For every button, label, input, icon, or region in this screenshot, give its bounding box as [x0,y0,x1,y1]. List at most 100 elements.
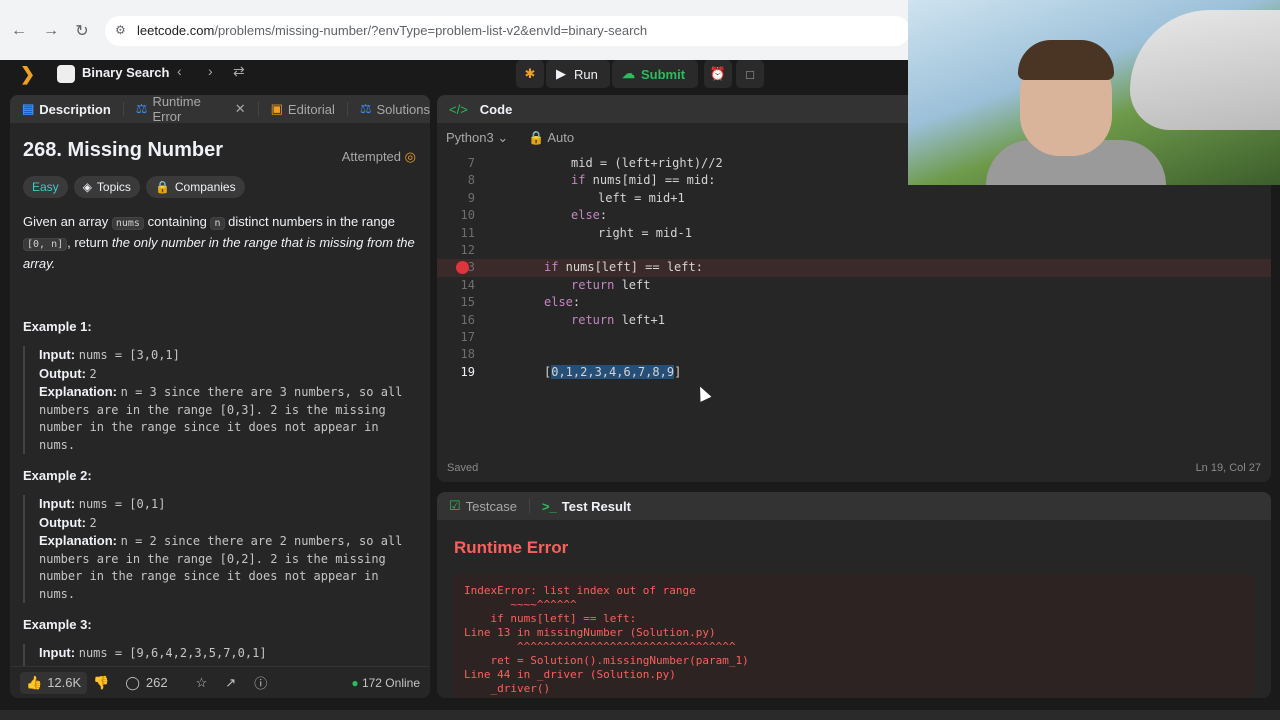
code-line[interactable]: 13if nums[left] == left: [437,259,1271,277]
tab-solutions[interactable]: ⚖ Solutions [360,101,430,117]
line-number: 18 [460,347,475,362]
lock-icon: 🔒 [154,180,170,194]
tab-test-result[interactable]: >_ Test Result [542,499,631,514]
site-settings-icon[interactable]: ⚙ [115,23,131,39]
share-icon[interactable]: ↗ [225,675,236,691]
url-text: leetcode.com/problems/missing-number/?en… [137,23,648,38]
line-number: 19 [460,364,475,379]
saved-status: Saved [447,462,479,474]
description-body: 268. Missing Number Attempted ◎ Easy ◈ To… [10,123,430,693]
close-tab-icon[interactable]: ✕ [235,101,246,117]
lock-icon: 🔒 [528,130,545,145]
runtime-error-title: Runtime Error [454,538,569,557]
next-problem-icon[interactable]: › [208,63,213,79]
reload-icon[interactable]: ↻ [71,20,93,42]
code-text: else: [571,208,608,223]
shuffle-icon[interactable]: ⇄ [233,63,245,80]
line-number: 7 [467,156,475,170]
line-number: 11 [460,225,475,240]
line-number: 17 [460,329,475,344]
example-line: Input: nums = [9,6,4,2,3,5,7,0,1] [39,645,267,660]
code-text: [0,1,2,3,4,6,7,8,9] [544,364,682,379]
code-title: Code [479,101,513,117]
prev-problem-icon[interactable]: ‹ [177,63,182,79]
comments-button[interactable]: ◯ 262 [125,675,167,691]
code-brackets-icon: </> [449,101,468,117]
flask-icon: ⚖ [359,101,372,116]
error-traceback: IndexError: list index out of range ~~~~… [454,574,1254,698]
code-line[interactable]: 17 [437,329,1271,346]
difficulty-tag: Easy [23,176,68,198]
example-line: Input: nums = [0,1] [39,496,166,511]
submit-button[interactable]: ☁ Submit [612,60,698,88]
code-text: if nums[mid] == mid: [571,173,716,188]
tab-runtime-error[interactable]: ⚖ Runtime Error ✕ [136,95,246,124]
code-line[interactable]: 11 right = mid-1 [437,225,1271,242]
examples-list: Example 1: Input: nums = [3,0,1] Output: 2… [23,319,417,681]
leetcode-logo-icon[interactable]: ❯ [20,64,38,84]
address-bar[interactable]: ⚙ leetcode.com/problems/missing-number/?… [105,16,910,46]
like-button[interactable]: 👍 12.6K [20,671,88,694]
forward-arrow-icon[interactable]: → [40,20,62,42]
book-icon: ▣ [270,101,283,116]
selected-text: 0,1,2,3,4,6,7,8,9 [551,364,675,379]
cursor-position: Ln 19, Col 27 [1195,462,1261,474]
code-text: right = mid-1 [598,225,692,240]
example-line: Explanation: n = 3 since there are 3 num… [39,384,403,452]
code-line[interactable]: 16 return left+1 [437,312,1271,329]
auto-mode[interactable]: 🔒 Auto [528,130,574,146]
tab-divider [122,102,124,116]
tab-divider [346,102,348,116]
tag-icon: ◈ [82,180,92,194]
tab-divider [257,102,259,116]
code-line[interactable]: 15 else: [437,294,1271,311]
problem-list-title[interactable]: Binary Search [82,65,169,80]
star-icon[interactable]: ☆ [196,675,208,691]
code-text: left = mid+1 [598,190,685,205]
tab-testcase[interactable]: ☑ Testcase [449,498,517,514]
status-badge: Attempted ◎ [341,149,416,164]
topics-tag[interactable]: ◈ Topics [73,176,140,198]
macos-dock [0,710,1280,720]
code-line[interactable]: 10 else: [437,207,1271,224]
help-icon[interactable]: ⓘ [254,673,267,692]
editor-status-bar: Saved Ln 19, Col 27 [447,462,1261,474]
companies-tag[interactable]: 🔒 Companies [145,176,245,198]
example-box: Input: nums = [3,0,1] Output: 2 Explanatio… [23,346,417,454]
code-line[interactable]: 18 [437,346,1271,363]
run-button[interactable]: ▶ Run [546,60,610,88]
code-line[interactable]: 19 [0,1,2,3,4,6,7,8,9] [437,364,1271,381]
tab-editorial[interactable]: ▣ Editorial [271,101,335,117]
dislike-button[interactable]: 👎 [93,675,109,691]
building-shape [1130,10,1280,130]
notes-button[interactable]: □ [736,60,764,88]
example-title: Example 3: [23,617,92,632]
line-number: 12 [460,242,475,257]
back-arrow-icon[interactable]: ← [8,20,30,42]
language-select[interactable]: Python3 ⌄ [446,130,508,146]
line-number: 10 [460,208,475,223]
submit-label: Submit [641,66,686,82]
code-line[interactable]: 14 return left [437,277,1271,294]
result-tabs: ☑ Testcase >_ Test Result [437,492,1271,520]
debug-button[interactable]: ✱ [516,60,544,88]
example-title: Example 1: [23,319,92,334]
line-number: 15 [460,295,475,310]
alarm-icon: ⏰ [709,66,727,81]
run-label: Run [574,66,598,82]
test-result-panel: ☑ Testcase >_ Test Result Runtime Error In… [437,492,1271,698]
checkbox-icon: ☑ [449,498,461,513]
code-editor[interactable]: 7 mid = (left+right)//2 8 if nums[mid] == m… [437,155,1271,381]
code-line[interactable]: 12 [437,242,1271,259]
line-number: 14 [460,277,475,292]
line-number: 8 [467,173,475,188]
bug-icon: ✱ [524,66,536,81]
person-hair [1018,40,1114,80]
example-title: Example 2: [23,468,92,483]
code-text: else: [544,295,581,310]
timer-button[interactable]: ⏰ [704,60,732,88]
flask-icon: ⚖ [135,101,148,116]
tab-description[interactable]: ▤ Description [22,101,111,117]
code-line[interactable]: 9 left = mid+1 [437,190,1271,207]
document-icon: ▤ [22,101,35,116]
